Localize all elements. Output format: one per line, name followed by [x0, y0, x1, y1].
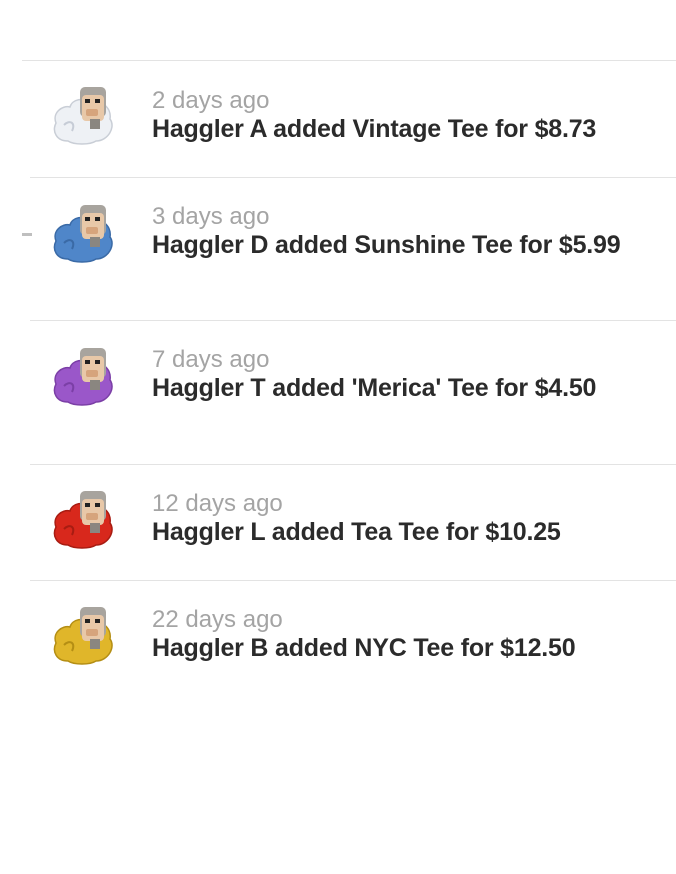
item-timestamp: 2 days ago	[152, 87, 270, 114]
item-text: 3 days ago Haggler D added Sunshine Tee …	[152, 203, 657, 259]
item-text: 22 days ago Haggler B added NYC Tee for …	[152, 606, 657, 662]
item-text: 2 days ago Haggler A added Vintage Tee f…	[152, 87, 657, 143]
list-item[interactable]: 3 days ago Haggler D added Sunshine Tee …	[0, 177, 676, 321]
item-timestamp: 7 days ago	[152, 346, 270, 373]
item-timestamp: 22 days ago	[152, 606, 283, 633]
item-message: Haggler T added 'Merica' Tee for $4.50	[152, 374, 597, 402]
haggler-avatar-icon	[50, 489, 118, 549]
item-message: Haggler D added Sunshine Tee for $5.99	[152, 231, 621, 259]
item-text: 12 days ago Haggler L added Tea Tee for …	[152, 490, 657, 546]
item-message: Haggler A added Vintage Tee for $8.73	[152, 115, 597, 143]
item-message: Haggler L added Tea Tee for $10.25	[152, 518, 561, 546]
item-timestamp: 12 days ago	[152, 490, 283, 517]
haggler-avatar-icon	[50, 85, 118, 145]
list-item[interactable]: 12 days ago Haggler L added Tea Tee for …	[0, 464, 676, 580]
haggler-avatar-icon	[50, 203, 118, 263]
list-item[interactable]: 2 days ago Haggler A added Vintage Tee f…	[0, 60, 676, 178]
item-text: 7 days ago Haggler T added 'Merica' Tee …	[152, 346, 657, 402]
list-item[interactable]: 7 days ago Haggler T added 'Merica' Tee …	[0, 320, 676, 464]
item-message: Haggler B added NYC Tee for $12.50	[152, 634, 576, 662]
list-item[interactable]: 22 days ago Haggler B added NYC Tee for …	[0, 580, 676, 690]
item-timestamp: 3 days ago	[152, 203, 270, 230]
haggler-avatar-icon	[50, 605, 118, 665]
haggler-avatar-icon	[50, 346, 118, 406]
